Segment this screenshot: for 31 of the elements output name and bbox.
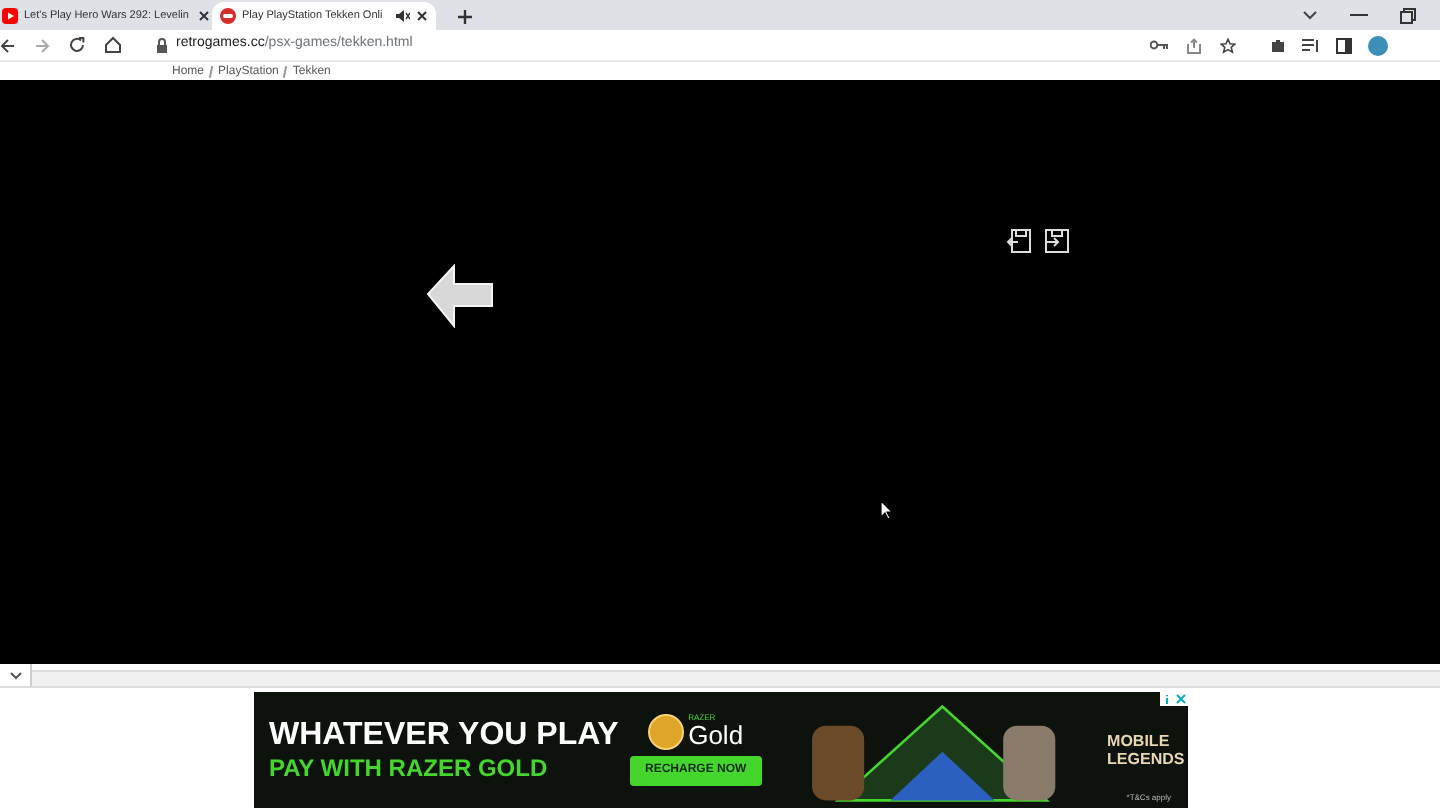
back-icon[interactable]	[0, 37, 16, 53]
video-favicon-icon	[2, 8, 18, 24]
minimize-icon[interactable]	[1350, 13, 1368, 17]
restore-icon[interactable]	[1400, 7, 1416, 23]
key-icon[interactable]	[1150, 40, 1168, 50]
profile-avatar[interactable]	[1368, 35, 1388, 55]
share-icon[interactable]	[1186, 37, 1202, 53]
close-icon[interactable]	[416, 10, 428, 22]
playlist-icon[interactable]	[1302, 37, 1320, 53]
side-panel-icon[interactable]	[1336, 37, 1352, 53]
site-favicon-icon	[220, 8, 236, 24]
plus-icon	[455, 7, 473, 25]
coin-icon	[648, 714, 685, 750]
reload-icon[interactable]	[68, 36, 86, 54]
chevron-down-icon[interactable]	[1302, 9, 1318, 21]
lock-icon	[156, 37, 168, 53]
chevron-down-icon	[9, 671, 21, 679]
ad-info-icon[interactable]	[1159, 692, 1173, 706]
star-icon[interactable]	[1220, 37, 1236, 53]
left-arrow-icon	[426, 264, 494, 328]
ad-headline: WHATEVER YOU PLAY	[269, 718, 613, 754]
game-logo: MOBILE LEGENDS	[1107, 732, 1187, 768]
home-icon[interactable]	[104, 36, 122, 54]
ad-subline: PAY WITH RAZER GOLD	[269, 754, 550, 782]
close-icon[interactable]	[198, 10, 210, 22]
speaker-icon[interactable]	[396, 10, 410, 22]
load-state-icon[interactable]	[1044, 228, 1070, 254]
brand-name: Gold	[688, 722, 744, 750]
new-tab-button[interactable]	[452, 4, 476, 28]
mouse-cursor-icon	[880, 500, 894, 520]
save-state-icon[interactable]	[1006, 228, 1032, 254]
